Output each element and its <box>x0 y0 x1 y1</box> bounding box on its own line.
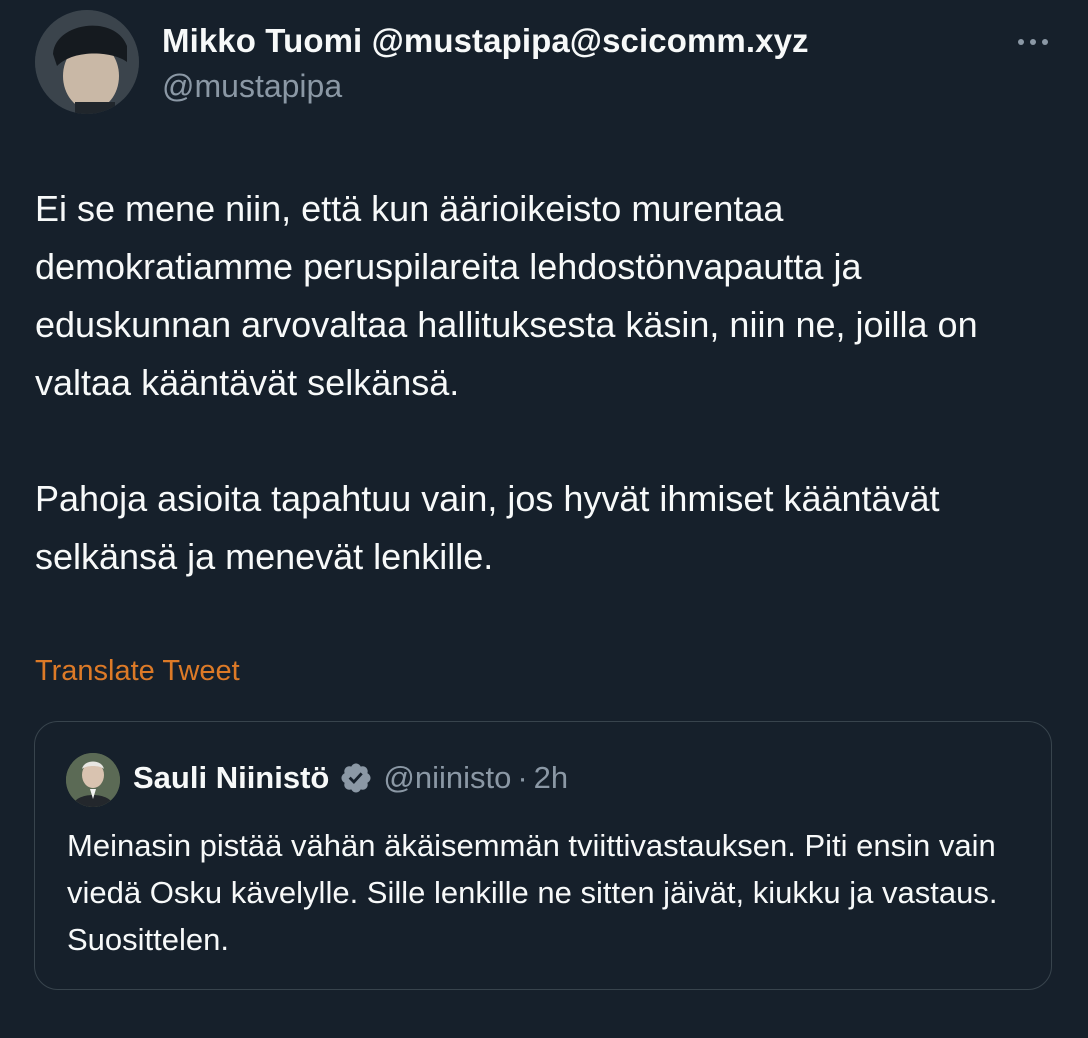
avatar-image <box>35 10 139 114</box>
tweet-card: Mikko Tuomi @mustapipa@scicomm.xyz @must… <box>0 0 1088 1038</box>
translate-tweet-link[interactable]: Translate Tweet <box>35 655 240 688</box>
quoted-author-name[interactable]: Sauli Niinistö <box>133 760 329 796</box>
author-handle[interactable]: @mustapipa <box>162 68 342 105</box>
tweet-paragraph: Ei se mene niin, että kun äärioikeisto m… <box>35 188 978 403</box>
more-dots-icon <box>1042 39 1048 45</box>
quoted-header: Sauli Niinistö @niinisto · 2h <box>133 760 568 796</box>
quoted-avatar-image <box>66 753 120 807</box>
author-avatar[interactable] <box>35 10 139 114</box>
tweet-paragraph: Pahoja asioita tapahtuu vain, jos hyvät … <box>35 478 940 577</box>
more-dots-icon <box>1018 39 1024 45</box>
quoted-author-handle[interactable]: @niinisto <box>383 760 511 796</box>
more-dots-icon <box>1030 39 1036 45</box>
quoted-tweet-text: Meinasin pistää vähän äkäisemmän tviitti… <box>67 828 998 957</box>
verified-badge-icon <box>339 761 373 795</box>
quoted-author-avatar[interactable] <box>66 753 120 807</box>
separator-dot: · <box>517 760 528 795</box>
tweet-text: Ei se mene niin, että kun äärioikeisto m… <box>35 180 1045 586</box>
quoted-timestamp[interactable]: 2h <box>534 760 568 796</box>
author-name[interactable]: Mikko Tuomi @mustapipa@scicomm.xyz <box>162 22 809 60</box>
quoted-tweet[interactable]: Sauli Niinistö @niinisto · 2h Meinasin p… <box>34 721 1052 990</box>
more-options-button[interactable] <box>1008 22 1058 62</box>
